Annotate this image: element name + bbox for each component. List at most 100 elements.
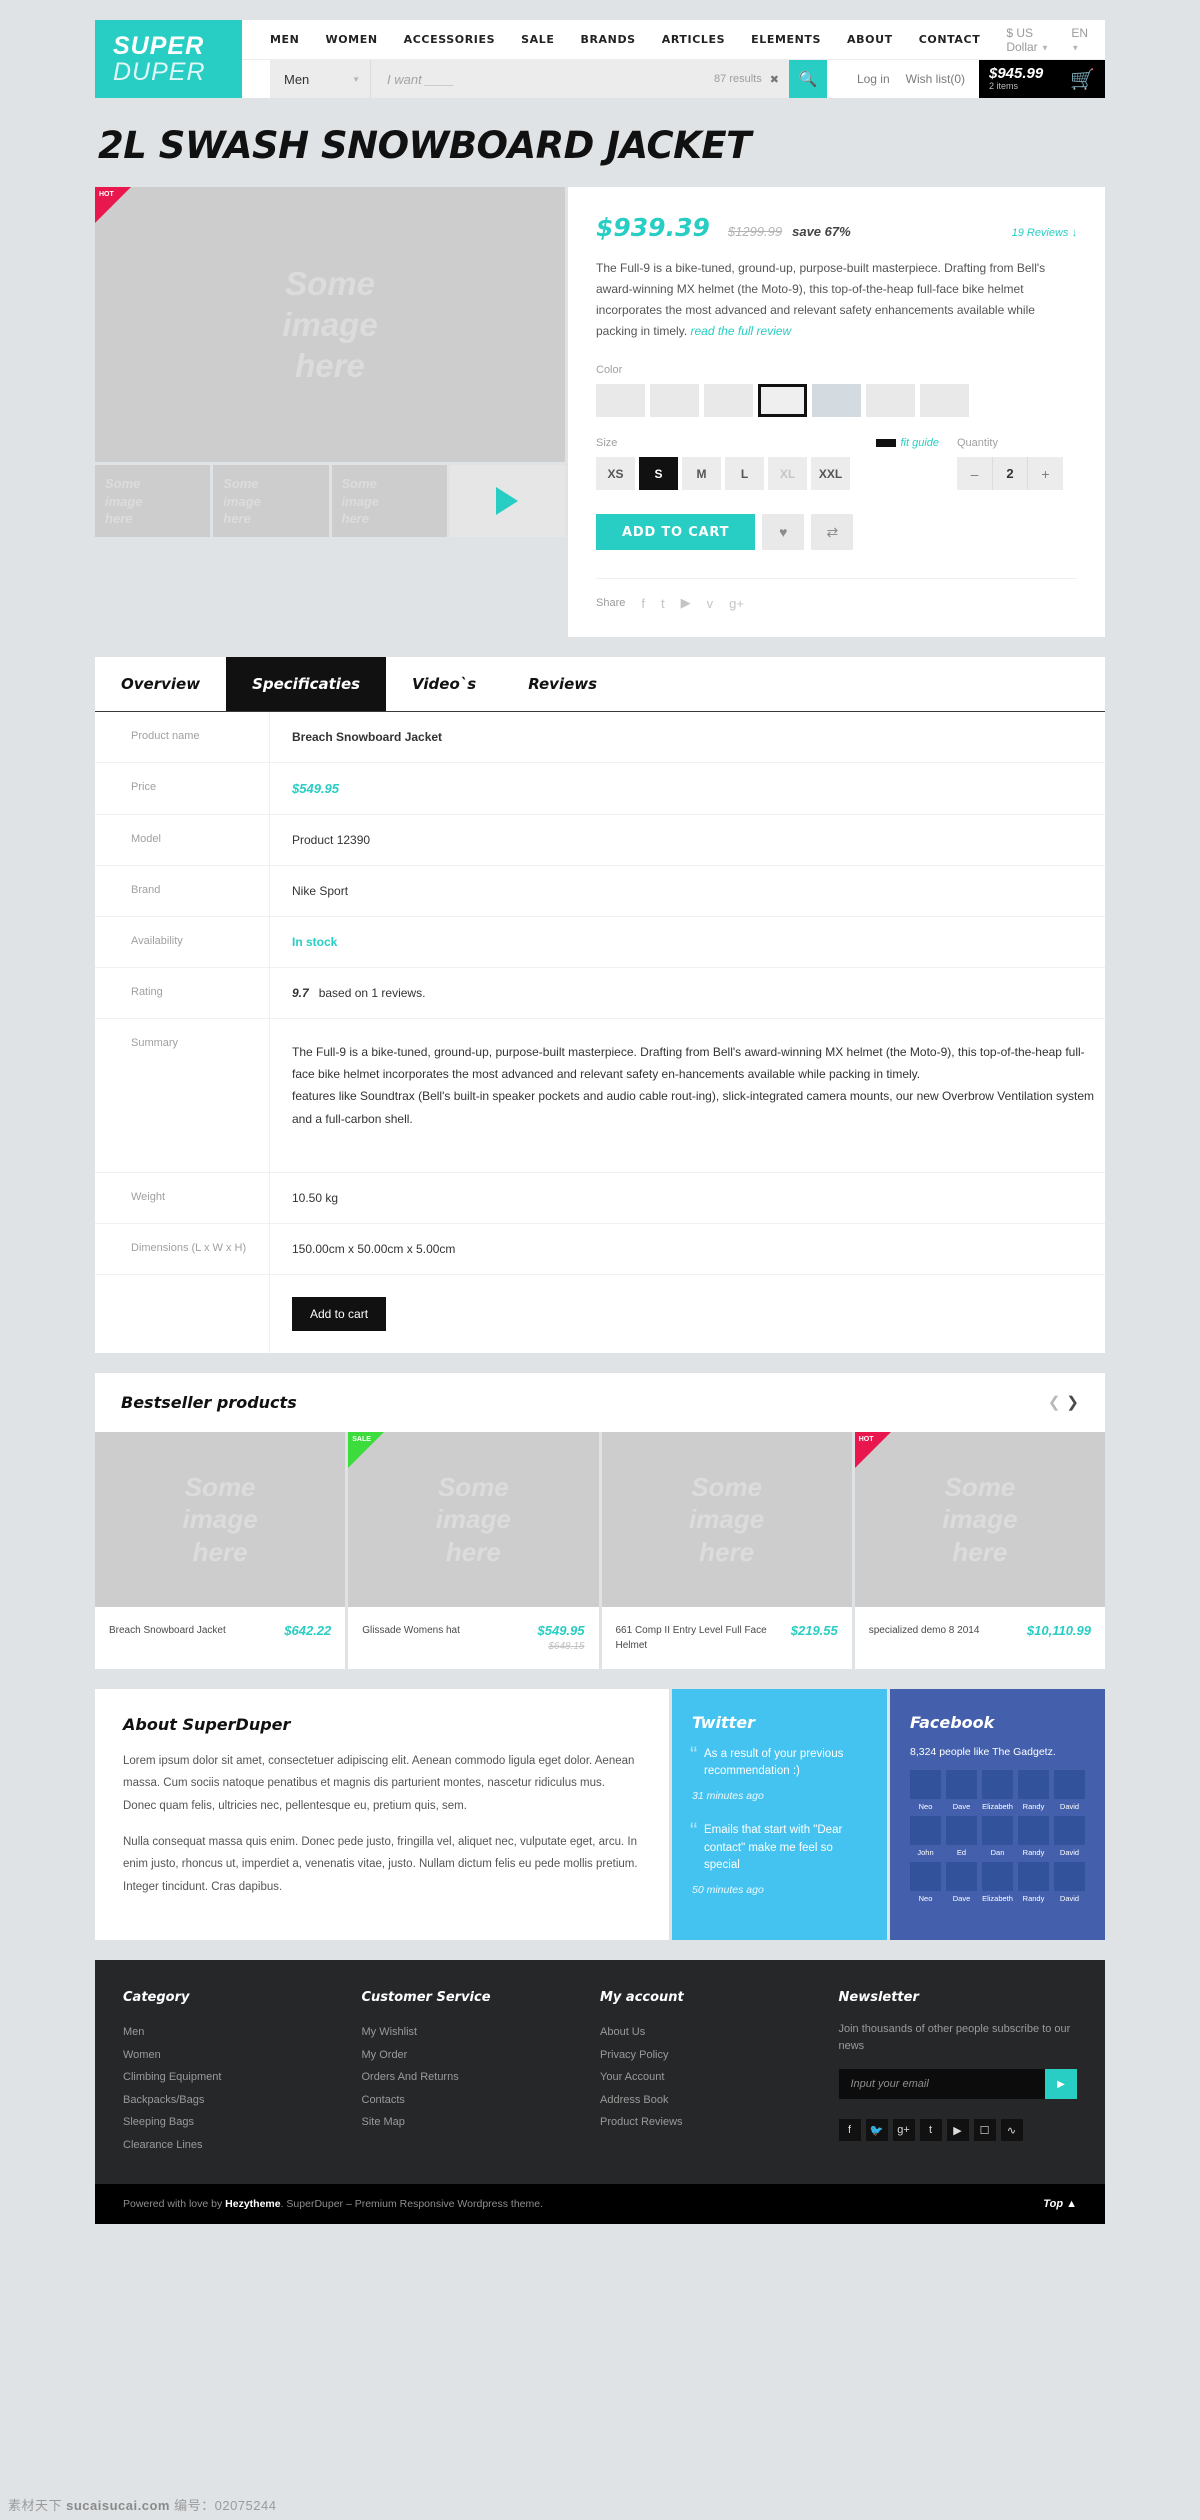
- list-item[interactable]: HOT Some image here specialized demo 8 201…: [854, 1431, 1105, 1669]
- footer-link[interactable]: Men: [123, 2021, 362, 2044]
- quantity-increase-button[interactable]: +: [1028, 457, 1063, 490]
- brand-link[interactable]: Hezytheme: [225, 2198, 280, 2210]
- nav-item-articles[interactable]: ARTICLES: [662, 33, 725, 46]
- nav-item-sale[interactable]: SALE: [521, 33, 554, 46]
- footer-link[interactable]: Women: [123, 2044, 362, 2067]
- googleplus-icon[interactable]: g+: [729, 596, 744, 611]
- search-category-select[interactable]: Men ▼: [270, 60, 370, 98]
- tab-specificaties[interactable]: Specificaties: [226, 657, 387, 711]
- list-item[interactable]: Dave: [946, 1861, 977, 1903]
- footer-link[interactable]: Your Account: [600, 2066, 839, 2089]
- video-thumbnail[interactable]: [449, 465, 565, 537]
- googleplus-icon[interactable]: g+: [892, 2119, 915, 2142]
- rss-icon[interactable]: ∿: [1000, 2119, 1023, 2142]
- list-item[interactable]: Some image here Breach Snowboard Jacket $6…: [95, 1431, 349, 1669]
- cart-widget[interactable]: $945.99 2 items 🛒: [979, 60, 1105, 98]
- footer-link[interactable]: Clearance Lines: [123, 2134, 362, 2157]
- site-logo[interactable]: SUPER DUPER: [95, 20, 242, 98]
- color-swatch-3[interactable]: [704, 384, 753, 417]
- list-item[interactable]: Dan: [982, 1815, 1013, 1857]
- footer-link[interactable]: Product Reviews: [600, 2111, 839, 2134]
- size-option-xxl[interactable]: XXL: [811, 457, 850, 490]
- size-option-xs[interactable]: XS: [596, 457, 635, 490]
- footer-link[interactable]: Backpacks/Bags: [123, 2089, 362, 2112]
- list-item[interactable]: Some image here 661 Comp II Entry Level Fu…: [601, 1431, 855, 1669]
- tumblr-icon[interactable]: t: [919, 2119, 942, 2142]
- tab-reviews[interactable]: Reviews: [502, 657, 623, 711]
- newsletter-email-input[interactable]: Input your email: [838, 2069, 1045, 2100]
- footer-link[interactable]: Sleeping Bags: [123, 2111, 362, 2134]
- list-item[interactable]: Neo: [910, 1769, 941, 1811]
- twitter-icon[interactable]: t: [661, 596, 665, 611]
- nav-item-women[interactable]: WOMEN: [325, 33, 377, 46]
- currency-selector[interactable]: $ US Dollar ▼: [1006, 26, 1057, 54]
- footer-link[interactable]: Contacts: [362, 2089, 601, 2112]
- nav-item-accessories[interactable]: ACCESSORIES: [404, 33, 495, 46]
- youtube-icon[interactable]: ▶: [681, 595, 691, 611]
- footer-link[interactable]: Orders And Returns: [362, 2066, 601, 2089]
- facebook-icon[interactable]: f: [641, 596, 645, 611]
- size-option-l[interactable]: L: [725, 457, 764, 490]
- thumbnail-3[interactable]: Some image here: [331, 465, 447, 537]
- list-item[interactable]: Ed: [946, 1815, 977, 1857]
- footer-link[interactable]: My Wishlist: [362, 2021, 601, 2044]
- add-to-wishlist-button[interactable]: ♥: [762, 514, 805, 550]
- nav-item-elements[interactable]: ELEMENTS: [751, 33, 821, 46]
- youtube-icon[interactable]: ▶: [946, 2119, 969, 2142]
- search-button[interactable]: 🔍: [788, 60, 827, 98]
- footer-link[interactable]: About Us: [600, 2021, 839, 2044]
- nav-item-brands[interactable]: BRANDS: [580, 33, 635, 46]
- instagram-icon[interactable]: ☐: [973, 2119, 996, 2142]
- thumbnail-1[interactable]: Some image here: [95, 465, 211, 537]
- tab-overview[interactable]: Overview: [95, 657, 226, 711]
- list-item[interactable]: Randy: [1018, 1815, 1049, 1857]
- list-item[interactable]: Elizabeth: [982, 1861, 1013, 1903]
- color-swatch-7[interactable]: [920, 384, 969, 417]
- footer-link[interactable]: Address Book: [600, 2089, 839, 2112]
- list-item[interactable]: Randy: [1018, 1861, 1049, 1903]
- list-item[interactable]: David: [1054, 1815, 1085, 1857]
- footer-link[interactable]: Privacy Policy: [600, 2044, 839, 2067]
- login-link[interactable]: Log in: [857, 72, 890, 86]
- compare-button[interactable]: ⇄: [811, 514, 854, 550]
- list-item[interactable]: John: [910, 1815, 941, 1857]
- nav-item-men[interactable]: MEN: [270, 33, 299, 46]
- back-to-top-button[interactable]: Top ▲: [1043, 2198, 1077, 2210]
- language-selector[interactable]: EN ▼: [1071, 26, 1091, 54]
- size-option-m[interactable]: M: [682, 457, 721, 490]
- list-item[interactable]: Neo: [910, 1861, 941, 1903]
- product-main-image[interactable]: HOT Some image here: [95, 187, 565, 462]
- wishlist-link[interactable]: Wish list(0): [906, 72, 965, 86]
- list-item[interactable]: SALE Some image here Glissade Womens hat $…: [348, 1431, 602, 1669]
- read-full-review-link[interactable]: read the full review: [691, 324, 792, 338]
- quantity-value[interactable]: 2: [992, 457, 1028, 490]
- vimeo-icon[interactable]: v: [707, 596, 714, 611]
- footer-link[interactable]: My Order: [362, 2044, 601, 2067]
- search-input[interactable]: I want ____ 87 results ✖: [370, 60, 789, 98]
- size-option-s[interactable]: S: [639, 457, 678, 490]
- list-item[interactable]: David: [1054, 1861, 1085, 1903]
- add-to-cart-button[interactable]: ADD TO CART: [596, 514, 756, 550]
- footer-link[interactable]: Site Map: [362, 2111, 601, 2134]
- close-icon[interactable]: ✖: [770, 73, 779, 86]
- chevron-left-icon[interactable]: ❮: [1048, 1394, 1061, 1411]
- color-swatch-4-selected[interactable]: [758, 384, 807, 417]
- tab-videos[interactable]: Video`s: [386, 657, 502, 711]
- quantity-decrease-button[interactable]: –: [957, 457, 992, 490]
- list-item[interactable]: Dave: [946, 1769, 977, 1811]
- chevron-right-icon[interactable]: ❯: [1066, 1394, 1079, 1411]
- list-item[interactable]: Elizabeth: [982, 1769, 1013, 1811]
- color-swatch-5[interactable]: [812, 384, 861, 417]
- twitter-icon[interactable]: 🐦: [865, 2119, 888, 2142]
- thumbnail-2[interactable]: Some image here: [213, 465, 329, 537]
- newsletter-submit-button[interactable]: ▶: [1045, 2069, 1077, 2100]
- list-item[interactable]: Randy: [1018, 1769, 1049, 1811]
- facebook-icon[interactable]: f: [838, 2119, 861, 2142]
- color-swatch-6[interactable]: [866, 384, 915, 417]
- color-swatch-1[interactable]: [596, 384, 645, 417]
- nav-item-contact[interactable]: CONTACT: [919, 33, 981, 46]
- reviews-link[interactable]: 19 Reviews ↓: [1012, 227, 1077, 239]
- fit-guide-link[interactable]: fit guide: [876, 437, 939, 449]
- add-to-cart-button-secondary[interactable]: Add to cart: [292, 1296, 387, 1331]
- footer-link[interactable]: Climbing Equipment: [123, 2066, 362, 2089]
